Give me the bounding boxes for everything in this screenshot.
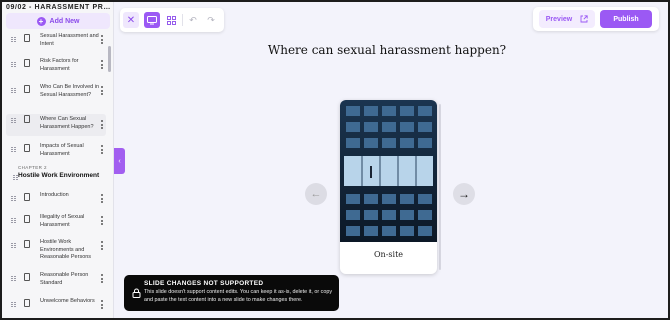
lesson-item[interactable]: Hostile Work Environments and Reasonable… <box>6 239 106 262</box>
lesson-label: Introduction <box>40 192 69 198</box>
undo-icon[interactable]: ↶ <box>185 12 201 28</box>
document-icon <box>24 240 30 248</box>
document-icon <box>24 34 30 42</box>
toast-body: This slide doesn't support content edits… <box>144 289 333 303</box>
toolbar-divider <box>182 14 183 26</box>
more-options-icon[interactable] <box>101 86 103 95</box>
lesson-item[interactable]: Who Can Be Involved in Sexual Harassment… <box>6 84 106 99</box>
lesson-item[interactable]: Illegality of Sexual Harassment <box>6 214 106 229</box>
lesson-label: Who Can Be Involved in Sexual Harassment… <box>40 84 100 98</box>
more-options-icon[interactable] <box>101 241 103 250</box>
card-label: On-site <box>373 250 404 259</box>
drag-handle-icon[interactable] <box>11 118 17 123</box>
lesson-label: Reasonable Person Standard <box>40 272 89 286</box>
publish-toolbar: Preview Publish <box>533 7 659 31</box>
more-options-icon[interactable] <box>101 194 103 203</box>
lesson-item[interactable]: Introduction <box>6 192 106 203</box>
sidebar-scrollbar[interactable] <box>108 46 111 72</box>
notification-toast: SLIDE CHANGES NOT SUPPORTED This slide d… <box>124 275 339 311</box>
drag-handle-icon[interactable] <box>11 88 17 93</box>
external-link-icon <box>580 15 588 23</box>
lesson-label: Illegality of Sexual Harassment <box>40 214 85 228</box>
editor-window: 09/02 - HARASSMENT PRE... + Add New Sexu… <box>0 0 670 320</box>
document-icon <box>24 299 30 307</box>
preview-button[interactable]: Preview <box>539 10 595 28</box>
preview-label: Preview <box>545 15 573 23</box>
toast-title: SLIDE CHANGES NOT SUPPORTED <box>144 280 264 287</box>
lock-icon <box>132 288 141 298</box>
lesson-item[interactable]: Sexual Harassment and Intent <box>6 33 106 48</box>
more-options-icon[interactable] <box>101 300 103 309</box>
sidebar: 09/02 - HARASSMENT PRE... + Add New Sexu… <box>2 2 114 318</box>
redo-icon[interactable]: ↷ <box>203 12 219 28</box>
lesson-label: Where Can Sexual Harassment Happen? <box>40 116 94 130</box>
more-options-icon[interactable] <box>101 35 103 44</box>
lesson-label: Hostile Work Environments and Reasonable… <box>40 239 92 260</box>
office-building-image <box>340 100 437 242</box>
plus-icon: + <box>36 16 46 26</box>
lesson-label: Risk Factors for Harassment <box>40 58 79 72</box>
document-icon <box>24 59 30 67</box>
more-options-icon[interactable] <box>101 60 103 69</box>
document-icon <box>24 144 30 152</box>
document-icon <box>24 215 30 223</box>
drag-handle-icon[interactable] <box>11 37 17 42</box>
drag-handle-icon[interactable] <box>11 302 17 307</box>
publish-button[interactable]: Publish <box>600 10 652 28</box>
drag-handle-icon[interactable] <box>11 62 17 67</box>
more-options-icon[interactable] <box>101 145 103 154</box>
more-options-icon[interactable] <box>101 120 103 129</box>
lesson-item[interactable]: Risk Factors for Harassment <box>6 58 106 73</box>
lesson-label: Impacts of Sexual Harassment <box>40 143 84 157</box>
document-icon <box>24 85 30 93</box>
arrow-left-icon[interactable]: ← <box>305 183 327 205</box>
chapter-title[interactable]: Hostile Work Environment <box>18 172 99 179</box>
course-title: 09/02 - HARASSMENT PRE... <box>6 4 112 11</box>
lesson-label: Unwelcome Behaviors <box>40 298 95 304</box>
lesson-item-active[interactable]: Where Can Sexual Harassment Happen? <box>6 114 106 136</box>
lesson-item[interactable]: Impacts of Sexual Harassment <box>6 143 106 158</box>
more-options-icon[interactable] <box>101 274 103 283</box>
desktop-icon[interactable] <box>144 12 160 28</box>
card-stack-edge <box>439 104 441 270</box>
document-icon <box>24 193 30 201</box>
drag-handle-icon[interactable] <box>11 218 17 223</box>
document-icon <box>24 115 30 123</box>
add-new-label: Add New <box>49 17 80 25</box>
editor-toolbar: ✕ ↶ ↷ <box>120 8 224 32</box>
document-icon <box>24 273 30 281</box>
drag-handle-icon[interactable] <box>11 276 17 281</box>
arrow-right-icon[interactable]: → <box>453 183 475 205</box>
drag-handle-icon[interactable] <box>11 147 17 152</box>
drag-handle-icon[interactable] <box>11 243 17 248</box>
lesson-item[interactable]: Unwelcome Behaviors <box>6 298 106 309</box>
add-new-button[interactable]: + Add New <box>6 13 110 29</box>
close-icon[interactable]: ✕ <box>123 12 139 28</box>
lesson-label: Sexual Harassment and Intent <box>40 33 99 47</box>
lesson-item[interactable]: Reasonable Person Standard <box>6 272 106 287</box>
drag-handle-icon[interactable] <box>11 196 17 201</box>
slide-title: Where can sexual harassment happen? <box>267 43 507 57</box>
slide-card[interactable]: On-site <box>340 100 437 274</box>
grid-icon[interactable] <box>163 12 179 28</box>
more-options-icon[interactable] <box>101 216 103 225</box>
chevron-left-icon[interactable]: ‹ <box>114 148 125 174</box>
chapter-number: CHAPTER 2 <box>18 165 47 170</box>
